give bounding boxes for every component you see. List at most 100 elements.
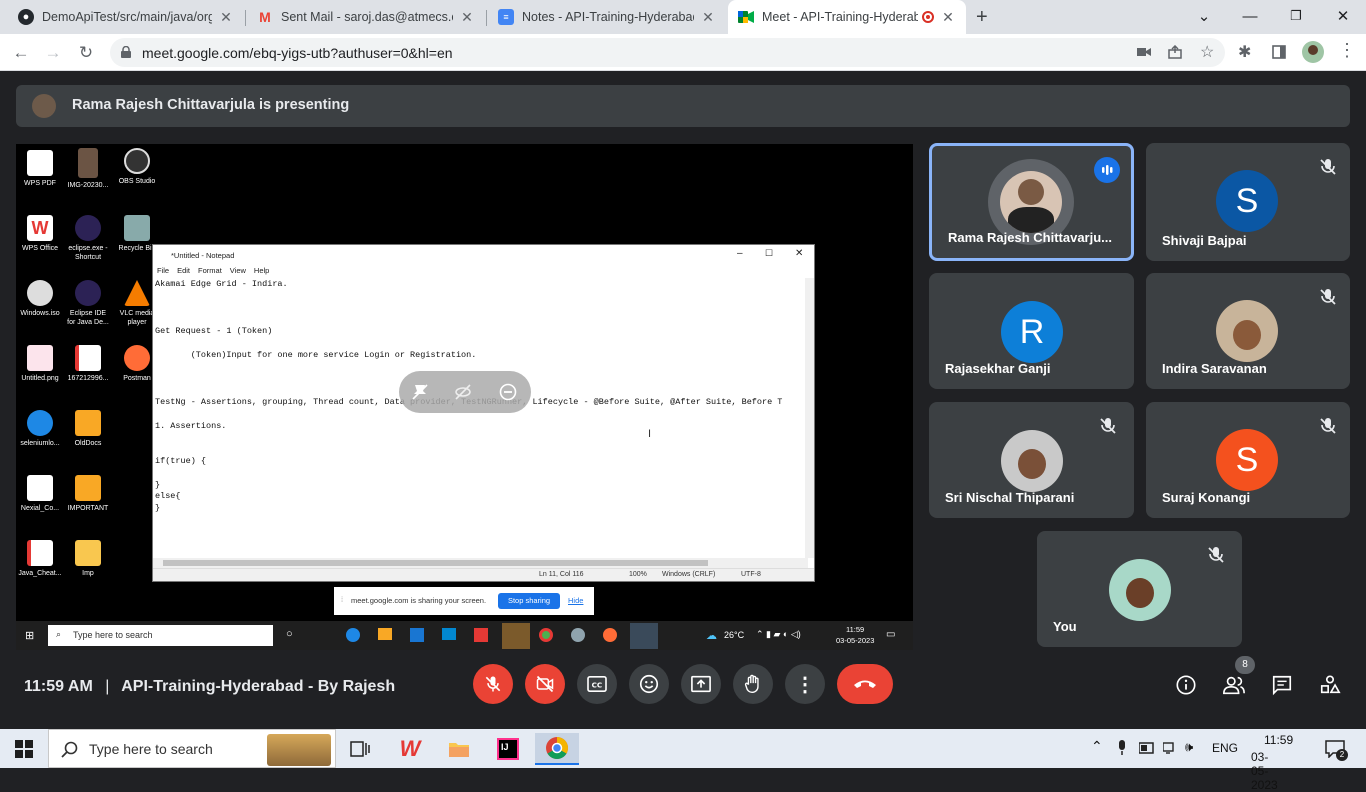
- profile-avatar[interactable]: [1302, 41, 1324, 63]
- lock-icon[interactable]: [121, 46, 131, 58]
- edge-icon: [346, 628, 360, 642]
- share-icon[interactable]: [1168, 45, 1184, 59]
- close-icon[interactable]: ✕: [940, 9, 956, 26]
- reload-button[interactable]: ↻: [73, 40, 99, 66]
- windows-start-icon[interactable]: [15, 740, 33, 758]
- back-button[interactable]: ←: [8, 40, 34, 66]
- desktop-icon: seleniumlo...: [17, 410, 63, 448]
- notepad-titlebar: *Untitled - Notepad – ☐ ✕: [153, 245, 814, 265]
- tab-github[interactable]: ● DemoApiTest/src/main/java/org/ ✕: [8, 0, 244, 34]
- close-icon[interactable]: ✕: [795, 248, 803, 259]
- menu-help[interactable]: Help: [254, 266, 269, 275]
- clock-date[interactable]: 03-05-2023: [1251, 750, 1278, 792]
- participant-tile[interactable]: Sri Nischal Thiparani: [929, 402, 1134, 518]
- minimize-icon[interactable]: –: [737, 248, 743, 259]
- people-button[interactable]: [1221, 672, 1247, 698]
- participant-tile[interactable]: S Shivaji Bajpai: [1146, 143, 1350, 261]
- extensions-icon[interactable]: ✱: [1238, 42, 1251, 62]
- chat-button[interactable]: [1269, 672, 1295, 698]
- hide-link[interactable]: Hide: [568, 596, 583, 605]
- desktop-icon: eclipse.exe - Shortcut: [65, 215, 111, 262]
- mail-icon: [442, 628, 456, 640]
- pin-off-icon[interactable]: [411, 383, 429, 401]
- notepad-text-area[interactable]: Akamai Edge Grid - Indira. Get Request - …: [155, 279, 805, 557]
- vertical-scrollbar[interactable]: [805, 278, 814, 558]
- more-options-button[interactable]: ⋮: [785, 664, 825, 704]
- tab-notes[interactable]: ≡ Notes - API-Training-Hyderabad ✕: [488, 0, 726, 34]
- menu-view[interactable]: View: [230, 266, 246, 275]
- participant-tile[interactable]: R Rajasekhar Ganji: [929, 273, 1134, 389]
- participant-tile[interactable]: Rama Rajesh Chittavarju...: [929, 143, 1134, 261]
- minimize-button[interactable]: —: [1227, 0, 1273, 32]
- wps-office-taskbar-icon[interactable]: W: [388, 733, 432, 765]
- notepad-line: if(true) {: [155, 455, 207, 466]
- captions-button[interactable]: CC: [577, 664, 617, 704]
- restore-button[interactable]: ❐: [1273, 0, 1319, 32]
- sticky-notes-icon: [502, 623, 530, 649]
- mic-off-icon: [485, 676, 501, 692]
- desktop-icon: OBS Studio: [114, 148, 160, 186]
- raise-hand-button[interactable]: [733, 664, 773, 704]
- mic-toggle-button[interactable]: [473, 664, 513, 704]
- notepad-line: 1. Assertions.: [155, 420, 227, 431]
- close-icon[interactable]: ✕: [459, 9, 475, 26]
- tab-meet[interactable]: Meet - API-Training-Hyderab ✕: [728, 0, 966, 34]
- drag-handle-icon[interactable]: ⁞: [341, 595, 343, 604]
- remove-circle-icon[interactable]: [499, 383, 517, 401]
- search-icon: [61, 741, 78, 758]
- reactions-button[interactable]: [629, 664, 669, 704]
- file-explorer-icon[interactable]: [437, 733, 481, 765]
- search-icon: ⌕: [56, 629, 62, 639]
- present-to-all-icon: [691, 675, 711, 693]
- clock-time[interactable]: 11:59: [1264, 733, 1293, 747]
- language-indicator[interactable]: ENG: [1212, 741, 1238, 755]
- network-icon[interactable]: [1163, 741, 1177, 755]
- participant-tile-self[interactable]: You: [1037, 531, 1242, 647]
- mic-off-icon: [1320, 418, 1336, 434]
- share-controls-pill: [399, 371, 531, 413]
- taskbar-search[interactable]: Type here to search: [48, 729, 336, 768]
- address-bar[interactable]: meet.google.com/ebq-yigs-utb?authuser=0&…: [110, 38, 1225, 67]
- url-text: meet.google.com/ebq-yigs-utb?authuser=0&…: [142, 45, 453, 61]
- participant-tile[interactable]: S Suraj Konangi: [1146, 402, 1350, 518]
- close-window-button[interactable]: ✕: [1320, 0, 1366, 32]
- star-icon[interactable]: ☆: [1200, 42, 1214, 62]
- desktop-icon: Eclipse IDE for Java De...: [65, 280, 111, 327]
- menu-file[interactable]: File: [157, 266, 169, 275]
- side-panel-icon[interactable]: [1272, 45, 1286, 59]
- camera-icon[interactable]: [1137, 46, 1151, 58]
- close-icon[interactable]: ✕: [700, 9, 716, 26]
- notification-count-badge: 2: [1336, 749, 1348, 761]
- horizontal-scrollbar[interactable]: [153, 558, 808, 568]
- activities-button[interactable]: [1317, 672, 1343, 698]
- chevron-down-icon[interactable]: ⌄: [1181, 0, 1227, 32]
- chrome-taskbar-icon[interactable]: [535, 733, 579, 765]
- battery-icon[interactable]: [1139, 742, 1155, 754]
- close-icon[interactable]: ✕: [218, 9, 234, 26]
- present-button[interactable]: [681, 664, 721, 704]
- more-menu-icon[interactable]: ⋮: [1338, 40, 1356, 61]
- new-tab-button[interactable]: +: [976, 6, 988, 29]
- menu-edit[interactable]: Edit: [177, 266, 190, 275]
- mic-off-icon: [1100, 418, 1116, 434]
- forward-button[interactable]: →: [40, 40, 66, 66]
- intellij-icon[interactable]: IJ: [486, 733, 530, 765]
- visibility-off-icon[interactable]: [454, 383, 472, 401]
- leave-call-button[interactable]: [837, 664, 893, 704]
- stop-sharing-button[interactable]: Stop sharing: [498, 593, 560, 609]
- menu-format[interactable]: Format: [198, 266, 222, 275]
- participant-tile[interactable]: Indira Saravanan: [1146, 273, 1350, 389]
- camera-toggle-button[interactable]: [525, 664, 565, 704]
- chevron-up-icon[interactable]: ⌃: [1091, 738, 1103, 755]
- meeting-details-button[interactable]: [1173, 672, 1199, 698]
- videocam-off-icon: [536, 675, 554, 693]
- presenting-text: Rama Rajesh Chittavarjula is presenting: [72, 97, 350, 113]
- volume-icon[interactable]: 🕪: [1185, 739, 1193, 755]
- task-view-icon[interactable]: [350, 741, 370, 757]
- folder-icon: [378, 628, 392, 640]
- activities-icon: [1320, 675, 1341, 694]
- microphone-icon[interactable]: [1117, 740, 1127, 756]
- tab-gmail[interactable]: M Sent Mail - saroj.das@atmecs.co ✕: [247, 0, 485, 34]
- maximize-icon[interactable]: ☐: [765, 248, 773, 259]
- windows-taskbar: Type here to search W IJ ⌃ 🕪 ENG 11:59 0…: [0, 729, 1366, 792]
